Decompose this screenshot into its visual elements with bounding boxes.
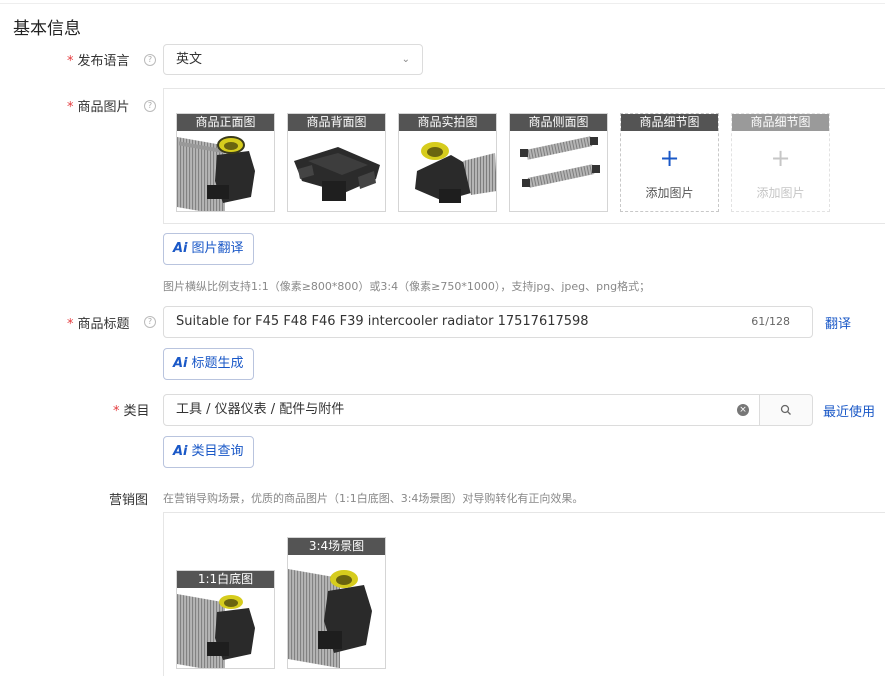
category-label-text: 类目 xyxy=(123,404,150,419)
marketing-images-panel: 1:1白底图 3:4场景图 xyxy=(163,512,885,676)
product-title-label: * 商品标题 xyxy=(67,313,130,332)
category-query-label: 类目查询 xyxy=(191,444,244,459)
category-label: * 类目 xyxy=(113,400,150,419)
product-image-front[interactable]: 商品正面图 xyxy=(176,113,275,212)
help-icon[interactable]: ? xyxy=(144,100,156,112)
product-image-real[interactable]: 商品实拍图 xyxy=(398,113,497,212)
thumb-caption: 1:1白底图 xyxy=(177,571,274,588)
add-detail-image-button-disabled: 商品细节图 + 添加图片 xyxy=(731,113,830,212)
image-format-hint: 图片横纵比例支持1:1（像素≥800*800）或3:4（像素≥750*1000）… xyxy=(163,280,651,293)
required-mark: * xyxy=(67,54,74,69)
product-title-label-text: 商品标题 xyxy=(77,317,130,332)
thumb-caption: 商品细节图 xyxy=(732,114,829,131)
category-search-button[interactable] xyxy=(759,394,813,426)
category-query-button[interactable]: Ai 类目查询 xyxy=(163,436,254,468)
intercooler-image xyxy=(177,136,255,211)
title-generate-label: 标题生成 xyxy=(191,356,244,371)
clear-icon[interactable]: × xyxy=(737,404,749,416)
product-image-side[interactable]: 商品侧面图 xyxy=(509,113,608,212)
help-icon[interactable]: ? xyxy=(144,316,156,328)
image-translate-label: 图片翻译 xyxy=(191,241,244,256)
ai-icon: Ai xyxy=(173,356,188,371)
language-label: * 发布语言 xyxy=(67,50,130,69)
thumb-caption: 商品正面图 xyxy=(177,114,274,131)
ai-icon: Ai xyxy=(173,241,188,256)
char-counter: 61/128 xyxy=(751,315,790,328)
plus-icon: + xyxy=(770,144,791,172)
thumb-caption: 商品细节图 xyxy=(621,114,718,131)
thumb-caption: 商品背面图 xyxy=(288,114,385,131)
ai-icon: Ai xyxy=(173,444,188,459)
intercooler-image xyxy=(294,147,380,201)
product-images-panel: 商品正面图 商品背面图 商品实拍图 商品侧面图 商品细节图 + 添加图片 商品细… xyxy=(163,88,885,224)
add-detail-image-button[interactable]: 商品细节图 + 添加图片 xyxy=(620,113,719,212)
required-mark: * xyxy=(67,317,74,332)
product-title-value: Suitable for F45 F48 F46 F39 intercooler… xyxy=(176,314,589,329)
plus-icon: + xyxy=(659,144,680,172)
language-label-text: 发布语言 xyxy=(77,54,130,69)
marketing-image-scene[interactable]: 3:4场景图 xyxy=(287,537,386,669)
category-value: 工具 / 仪器仪表 / 配件与附件 xyxy=(176,402,345,417)
add-image-text: 添加图片 xyxy=(756,186,805,200)
product-images-label-text: 商品图片 xyxy=(77,100,130,115)
language-select[interactable]: 英文 ⌄ xyxy=(163,44,423,75)
title-generate-button[interactable]: Ai 标题生成 xyxy=(163,348,254,380)
marketing-hint: 在营销导购场景，优质的商品图片（1:1白底图、3:4场景图）对导购转化有正向效果… xyxy=(163,492,584,505)
recent-used-link[interactable]: 最近使用 xyxy=(823,401,875,420)
thumb-caption: 3:4场景图 xyxy=(288,538,385,555)
help-icon[interactable]: ? xyxy=(144,54,156,66)
category-input[interactable]: 工具 / 仪器仪表 / 配件与附件 × xyxy=(163,394,760,426)
product-images-label: * 商品图片 xyxy=(67,96,130,115)
required-mark: * xyxy=(67,100,74,115)
marketing-label: 营销图 xyxy=(109,493,149,508)
intercooler-image xyxy=(177,594,255,668)
image-translate-button[interactable]: Ai 图片翻译 xyxy=(163,233,254,265)
thumb-caption: 商品实拍图 xyxy=(399,114,496,131)
language-select-value: 英文 xyxy=(176,52,203,67)
intercooler-image xyxy=(415,142,496,203)
add-image-text: 添加图片 xyxy=(645,186,694,200)
product-image-back[interactable]: 商品背面图 xyxy=(287,113,386,212)
top-divider xyxy=(0,3,885,4)
section-title: 基本信息 xyxy=(13,19,81,39)
required-mark: * xyxy=(113,404,120,419)
thumb-caption: 商品侧面图 xyxy=(510,114,607,131)
intercooler-image xyxy=(520,136,600,188)
chevron-down-icon: ⌄ xyxy=(401,54,410,65)
marketing-image-white-bg[interactable]: 1:1白底图 xyxy=(176,570,275,669)
product-title-input[interactable]: Suitable for F45 F48 F46 F39 intercooler… xyxy=(163,306,813,338)
search-icon xyxy=(780,404,791,415)
intercooler-image xyxy=(288,569,372,668)
translate-link[interactable]: 翻译 xyxy=(825,313,851,332)
